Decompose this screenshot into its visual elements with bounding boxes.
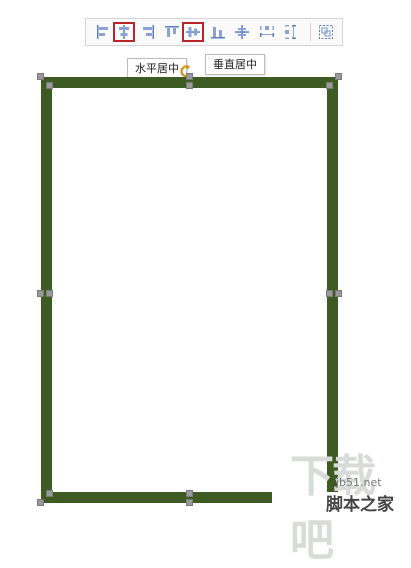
- inner-handle-bottom-left[interactable]: [46, 490, 53, 497]
- resize-handle-top[interactable]: [186, 73, 193, 80]
- align-bottom-icon: [211, 27, 225, 39]
- toolbar-separator: [310, 23, 311, 41]
- resize-handle-right[interactable]: [335, 290, 342, 297]
- align-horizontal-center-button[interactable]: [113, 22, 135, 42]
- tooltip-vertical-center: 垂直居中: [205, 54, 265, 75]
- distribute-vertical-button[interactable]: [280, 22, 302, 42]
- align-left-icon: [97, 25, 108, 39]
- align-right-button[interactable]: [137, 22, 159, 42]
- align-left-button[interactable]: [92, 22, 114, 42]
- align-vertical-center-button[interactable]: [182, 22, 204, 42]
- resize-handle-bottom-left[interactable]: [37, 499, 44, 506]
- resize-handle-top-left[interactable]: [37, 73, 44, 80]
- align-toolbar: [85, 18, 343, 46]
- inner-handle-bottom[interactable]: [186, 490, 193, 497]
- group-icon: [319, 25, 333, 39]
- inner-handle-top[interactable]: [186, 82, 193, 89]
- distribute-vertical-icon: [285, 25, 296, 39]
- resize-handle-left[interactable]: [37, 290, 44, 297]
- tooltip-horizontal-center: 水平居中: [127, 58, 187, 79]
- inner-handle-left[interactable]: [46, 290, 53, 297]
- center-on-page-icon: [235, 25, 249, 39]
- resize-handle-bottom[interactable]: [186, 499, 193, 506]
- align-horizontal-center-icon: [119, 25, 129, 39]
- inner-handle-right[interactable]: [326, 290, 333, 297]
- distribute-horizontal-icon: [260, 26, 274, 37]
- group-button[interactable]: [315, 22, 337, 42]
- resize-handle-top-right[interactable]: [335, 73, 342, 80]
- center-on-page-button[interactable]: [231, 22, 253, 42]
- align-bottom-button[interactable]: [207, 22, 229, 42]
- inner-handle-top-right[interactable]: [326, 82, 333, 89]
- watermark-site-name: 脚本之家: [326, 495, 394, 515]
- align-vertical-center-icon: [186, 27, 200, 37]
- align-top-icon: [165, 26, 179, 37]
- watermark-url: jb51.net: [336, 476, 382, 489]
- distribute-horizontal-button[interactable]: [256, 22, 278, 42]
- align-right-icon: [143, 25, 154, 39]
- inner-handle-top-left[interactable]: [46, 82, 53, 89]
- align-top-button[interactable]: [161, 22, 183, 42]
